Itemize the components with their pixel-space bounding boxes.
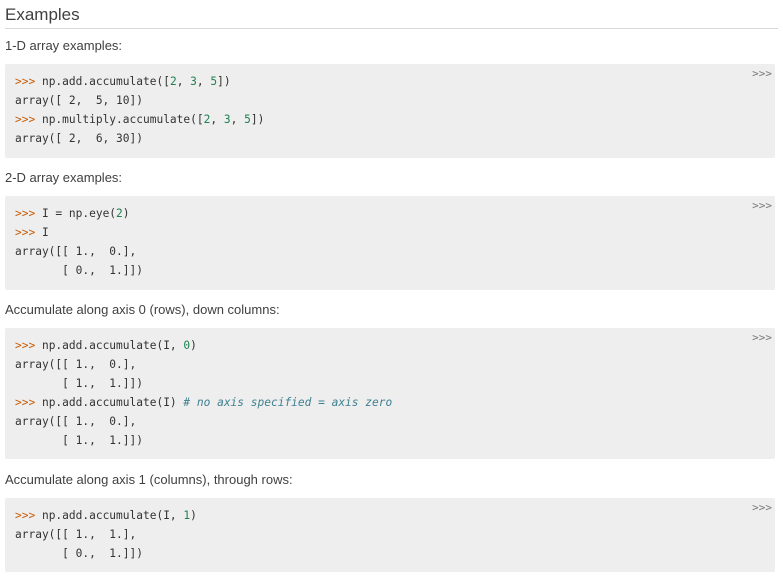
examples-heading: Examples (5, 4, 778, 29)
code-line: >>> I (15, 226, 49, 240)
code-block-2: >>> >>> I = np.eye(2) >>> I array([[ 1.,… (5, 196, 775, 290)
code-text: array([[ 1., 0.], (15, 358, 137, 371)
prompt-marker: >>> (15, 396, 42, 409)
code-text: array([[ 1., 0.], (15, 245, 137, 258)
code-number: 2 (169, 75, 177, 88)
code-line: [ 0., 1.]]) (15, 547, 143, 561)
code-text: ]) (250, 113, 265, 126)
code-line: [ 0., 1.]]) (15, 264, 143, 278)
prompt-marker: >>> (15, 509, 42, 522)
code-text: [ 1., 1.]]) (15, 377, 143, 390)
copy-prompt-toggle[interactable]: >>> (752, 501, 772, 515)
copy-prompt-toggle[interactable]: >>> (752, 67, 772, 81)
code-text: array([ 2, 5, 10]) (15, 94, 143, 107)
code-text: I (41, 226, 49, 239)
code-text: np.add.accumulate(I, (41, 509, 184, 522)
code-text: array([[ 1., 0.], (15, 415, 137, 428)
code-text: [ 0., 1.]]) (15, 264, 143, 277)
code-text: , (210, 113, 224, 126)
code-line: >>> np.add.accumulate(I) # no axis speci… (15, 396, 392, 410)
code-text: [ 1., 1.]]) (15, 434, 143, 447)
code-line: array([ 2, 5, 10]) (15, 94, 143, 108)
code-number: 3 (223, 113, 231, 126)
code-line: >>> np.add.accumulate(I, 0) (15, 339, 197, 353)
copy-prompt-toggle[interactable]: >>> (752, 199, 772, 213)
code-line: >>> np.add.accumulate(I, 1) (15, 509, 197, 523)
code-comment: # no axis specified = axis zero (183, 396, 393, 409)
code-text: , (230, 113, 245, 126)
section-2-text: 2-D array examples: (5, 170, 123, 185)
code-text: ) (190, 509, 197, 522)
docs-page: Examples 1-D array examples: >>> >>> np.… (0, 0, 783, 581)
code-text: ) (122, 207, 130, 220)
code-line: >>> np.multiply.accumulate([2, 3, 5]) (15, 113, 264, 127)
prompt-marker: >>> (15, 339, 42, 352)
code-text: np.multiply.accumulate([ (41, 113, 204, 126)
code-text: np.add.accumulate(I, (41, 339, 184, 352)
code-number: 5 (244, 113, 251, 126)
code-text: ]) (217, 75, 231, 88)
prompt-marker: >>> (15, 226, 42, 239)
code-text: [ 0., 1.]]) (15, 547, 143, 560)
copy-prompt-toggle[interactable]: >>> (752, 331, 772, 345)
code-line: >>> np.add.accumulate([2, 3, 5]) (15, 75, 231, 89)
code-text: , (196, 75, 211, 88)
code-line: >>> I = np.eye(2) (15, 207, 130, 221)
code-line: array([[ 1., 0.], (15, 415, 136, 429)
section-3-text: Accumulate along axis 0 (rows), down col… (5, 302, 280, 317)
code-block-1: >>> >>> np.add.accumulate([2, 3, 5]) arr… (5, 64, 775, 158)
section-1-text: 1-D array examples: (5, 38, 123, 53)
code-text: np.add.accumulate([ (41, 75, 170, 88)
code-text: ) (190, 339, 197, 352)
code-text: I = np.eye( (41, 207, 117, 220)
code-block-3: >>> >>> np.add.accumulate(I, 0) array([[… (5, 328, 775, 459)
code-line: array([[ 1., 0.], (15, 358, 136, 372)
code-line: [ 1., 1.]]) (15, 377, 143, 391)
code-text: np.add.accumulate(I) (41, 396, 184, 409)
code-line: array([ 2, 6, 30]) (15, 132, 143, 146)
code-line: array([[ 1., 0.], (15, 245, 136, 259)
code-number: 3 (190, 75, 197, 88)
code-text: array([[ 1., 1.], (15, 528, 137, 541)
code-number: 2 (116, 207, 123, 220)
code-block-4: >>> >>> np.add.accumulate(I, 1) array([[… (5, 498, 775, 572)
prompt-marker: >>> (15, 207, 42, 220)
code-text: , (176, 75, 191, 88)
code-line: [ 1., 1.]]) (15, 434, 143, 448)
prompt-marker: >>> (15, 113, 42, 126)
code-line: array([[ 1., 1.], (15, 528, 136, 542)
code-text: array([ 2, 6, 30]) (15, 132, 143, 145)
prompt-marker: >>> (15, 75, 42, 88)
section-4-text: Accumulate along axis 1 (columns), throu… (5, 472, 293, 487)
